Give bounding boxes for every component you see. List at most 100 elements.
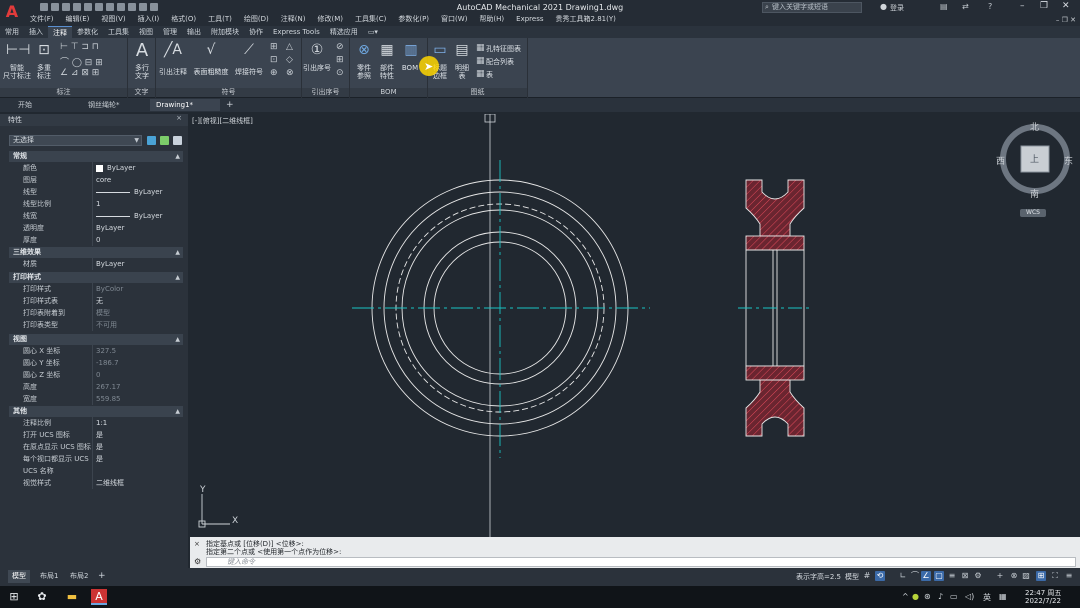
command-input[interactable]: 键入命令 <box>206 557 1076 567</box>
part-properties-icon[interactable]: ▦ <box>377 42 397 58</box>
menu-draw[interactable]: 绘图(D) <box>238 14 275 25</box>
hole-chart-icon[interactable]: ▦ <box>476 43 485 53</box>
collapse-icon[interactable]: ▲ <box>175 334 180 345</box>
menu-toolbox[interactable]: 贵秀工具箱2.81(Y) <box>550 14 622 25</box>
drawing-viewport[interactable]: [-][俯视][二维线框] Y X 北 南 西 东 上 WCS <box>190 114 1080 537</box>
weld-symbol-icon[interactable]: ⟋ <box>238 42 260 58</box>
taper-slope-icon[interactable]: △ <box>286 42 293 52</box>
quick-select-icon[interactable] <box>173 136 182 145</box>
signin-label[interactable]: 登录 <box>890 3 904 13</box>
polar-icon[interactable]: ⌒ <box>910 571 920 581</box>
properties-title[interactable]: 特性 <box>0 114 188 126</box>
ime-language[interactable]: 英 <box>983 592 991 603</box>
search-input[interactable]: 键入关键字或短语 <box>762 2 862 13</box>
menu-file[interactable]: 文件(F) <box>24 14 60 25</box>
new-tab-icon[interactable]: + <box>226 99 234 111</box>
weld-symbol-button[interactable]: 焊接符号 <box>232 68 266 76</box>
prop-row-linetype-scale[interactable]: 线型比例 1 <box>9 198 183 210</box>
lineweight-icon[interactable]: ≡ <box>947 571 957 581</box>
minimize-window-icon[interactable]: – <box>1020 1 1025 11</box>
viewcube-north[interactable]: 北 <box>1030 120 1039 133</box>
balloon-collect-icon[interactable]: ⊞ <box>336 55 344 65</box>
datum-identifier-icon[interactable]: ⊡ <box>270 55 278 65</box>
feature-control-frame-icon[interactable]: ⊞ <box>270 42 278 52</box>
viewcube-top-face[interactable]: 上 <box>1030 152 1039 165</box>
tab-insert[interactable]: 插入 <box>24 26 48 38</box>
datum-target-icon[interactable]: ⊕ <box>270 68 278 78</box>
panel-title-balloon[interactable]: 引出序号 <box>302 88 349 97</box>
tab-parametric[interactable]: 参数化 <box>72 26 103 38</box>
section-view[interactable]: 视图 ▲ <box>9 334 183 345</box>
isodraft-icon[interactable]: ∠ <box>921 571 931 581</box>
prop-row-thickness[interactable]: 厚度 0 <box>9 234 183 246</box>
tab-output[interactable]: 输出 <box>182 26 206 38</box>
table-icon[interactable]: ▦ <box>476 69 485 79</box>
app-icon-multicolor[interactable]: ✿ <box>34 589 50 605</box>
prop-row-annotation-scale[interactable]: 注释比例 1:1 <box>9 417 183 429</box>
prop-row-material[interactable]: 材质 ByLayer <box>9 258 183 270</box>
prop-row-plot-table-attached[interactable]: 打印表附着到 模型 <box>9 307 183 319</box>
layout-tab-model[interactable]: 模型 <box>8 570 30 583</box>
file-tab-start[interactable]: 开始 <box>12 99 72 111</box>
prop-row-linetype[interactable]: 线型 ByLayer <box>9 186 183 198</box>
revision-list-icon[interactable]: ▤ <box>452 42 472 58</box>
panel-title-dimension[interactable]: 标注 <box>0 88 127 97</box>
viewcube-east[interactable]: 东 <box>1064 154 1073 167</box>
leader-note-icon[interactable]: ╱A <box>162 42 184 58</box>
fits-list-button[interactable]: 配合列表 <box>486 58 514 66</box>
tray-microphone-icon[interactable]: ♪ <box>938 592 943 601</box>
prop-row-plot-style-table[interactable]: 打印样式表 无 <box>9 295 183 307</box>
prop-row-plot-table-type[interactable]: 打印表类型 不可用 <box>9 319 183 331</box>
hardware-acceleration-icon[interactable]: ▨ <box>1021 571 1031 581</box>
mtext-button[interactable]: 多行 文字 <box>129 64 155 80</box>
tray-network-icon[interactable]: ▭ <box>950 592 958 601</box>
part-properties-button[interactable]: 部件 特性 <box>375 64 399 80</box>
add-layout-icon[interactable]: + <box>98 570 106 583</box>
tray-volume-icon[interactable]: ◁) <box>965 592 974 601</box>
feature-id-icon[interactable]: ⊗ <box>286 68 294 78</box>
edge-symbol-icon[interactable]: ◇ <box>286 55 293 65</box>
surface-texture-icon[interactable]: √ <box>200 42 222 58</box>
prop-row-center-x[interactable]: 圆心 X 坐标 327.5 <box>9 345 183 357</box>
selection-dropdown[interactable]: 无选择 ▼ <box>9 135 142 146</box>
linear-dimension-icon[interactable]: ⊢ ⊤ ⊐ ⊓ <box>60 42 99 52</box>
part-reference-button[interactable]: 零件 参照 <box>352 64 376 80</box>
customize-status-icon[interactable]: ≡ <box>1064 571 1074 581</box>
prop-row-height[interactable]: 高度 267.17 <box>9 381 183 393</box>
menu-insert[interactable]: 插入(I) <box>132 14 166 25</box>
user-icon[interactable]: ● <box>880 2 887 11</box>
collapse-icon[interactable]: ▲ <box>175 406 180 417</box>
prop-row-lineweight[interactable]: 线宽 ByLayer <box>9 210 183 222</box>
section-plot-style[interactable]: 打印样式 ▲ <box>9 272 183 283</box>
viewcube-south[interactable]: 南 <box>1030 187 1039 200</box>
toggle-pickadd-icon[interactable] <box>147 136 156 145</box>
layout-tab-layout2[interactable]: 布局2 <box>66 570 92 583</box>
mtext-icon[interactable]: A <box>132 40 152 61</box>
annotation-text-height[interactable]: 表示字高=2.5 <box>796 571 841 583</box>
title-border-icon[interactable]: ▭ <box>430 42 450 58</box>
menu-annotate[interactable]: 注释(N) <box>275 14 312 25</box>
help-icon[interactable]: ? <box>988 2 992 11</box>
select-objects-icon[interactable] <box>160 136 169 145</box>
panel-title-symbol[interactable]: 符号 <box>156 88 301 97</box>
tab-collaborate[interactable]: 协作 <box>244 26 268 38</box>
menu-toolsets[interactable]: 工具集(C) <box>349 14 392 25</box>
angle-dimension-icon[interactable]: ∠ ⊿ ⊠ ⊞ <box>60 68 99 78</box>
prop-row-visual-style[interactable]: 视觉样式 二维线框 <box>9 477 183 489</box>
menu-parametric[interactable]: 参数化(P) <box>392 14 435 25</box>
cart-icon[interactable]: ▤ <box>940 2 948 11</box>
grid-icon[interactable]: # <box>862 571 872 581</box>
prop-row-center-y[interactable]: 圆心 Y 坐标 -186.7 <box>9 357 183 369</box>
panel-title-drawing[interactable]: 图纸 <box>428 88 527 97</box>
file-tab-drawing1[interactable]: Drawing1* <box>150 99 220 111</box>
multi-dimension-button[interactable]: 多重 标注 <box>32 64 56 80</box>
bom-icon[interactable]: ▥ <box>401 42 421 58</box>
autodesk-app-store-icon[interactable]: ⇄ <box>962 2 969 11</box>
tab-express-tools[interactable]: Express Tools <box>268 26 325 38</box>
smart-dimension-button[interactable]: 智能 尺寸标注 <box>2 64 32 80</box>
viewcube-west[interactable]: 西 <box>996 154 1005 167</box>
close-command-line-icon[interactable]: × <box>194 540 200 548</box>
windows-start-icon[interactable]: ⊞ <box>6 589 22 605</box>
prop-row-transparency[interactable]: 透明度 ByLayer <box>9 222 183 234</box>
prop-row-width[interactable]: 宽度 559.85 <box>9 393 183 405</box>
